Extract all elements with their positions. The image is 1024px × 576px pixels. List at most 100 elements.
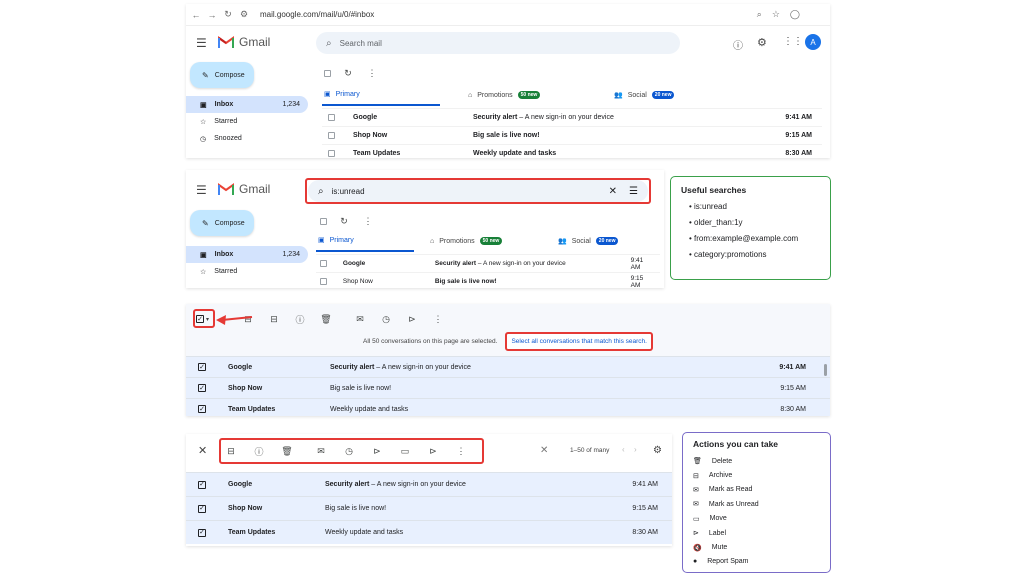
sidebar: ▣ Inbox 1,234 ☆ Starred bbox=[186, 246, 308, 280]
browser-toolbar: ← → ↻ ⚙ mail.google.com/mail/u/0/#inbox … bbox=[186, 4, 830, 26]
apps-grid-icon[interactable]: ⋮⋮ bbox=[783, 36, 803, 47]
settings-icon[interactable]: ⚙ bbox=[757, 36, 767, 49]
zoom-icon[interactable]: ⌕ bbox=[757, 9, 762, 20]
email-list: Google Security alert – A new sign-in on … bbox=[316, 254, 660, 288]
tab-social[interactable]: 👥 Social 20 new bbox=[586, 84, 675, 106]
tab-social[interactable]: 👥 Social 20 new bbox=[542, 230, 619, 252]
more-vert-icon[interactable]: ⋮ bbox=[365, 66, 379, 80]
inbox-icon: ▣ bbox=[324, 91, 331, 98]
reload-icon[interactable]: ↻ bbox=[222, 9, 234, 20]
trash-icon[interactable]: 🗑 bbox=[319, 312, 333, 326]
select-checkbox[interactable] bbox=[324, 69, 331, 77]
sidebar-item-snoozed[interactable]: ◷ Snoozed bbox=[186, 130, 308, 147]
inbox-icon: ▣ bbox=[200, 101, 207, 109]
tab-promotions[interactable]: ⌂ Promotions 50 new bbox=[414, 230, 542, 252]
email-list: ✓ Google Security alert – A new sign-in on… bbox=[186, 472, 672, 544]
archive-icon: ⊟ bbox=[693, 472, 699, 480]
row-checkbox[interactable] bbox=[328, 114, 335, 121]
close-selection-icon[interactable]: ✕ bbox=[198, 444, 207, 457]
tag-icon: ⌂ bbox=[468, 91, 473, 99]
action-item: ✉ Mark as Unread bbox=[693, 500, 759, 509]
email-row[interactable]: Google Security alert – A new sign-in on … bbox=[322, 108, 822, 126]
sidebar-item-inbox[interactable]: ▣ Inbox 1,234 bbox=[186, 96, 308, 113]
inbox-icon: ▣ bbox=[318, 237, 325, 244]
bulk-actions-highlight bbox=[219, 438, 484, 464]
spam-icon[interactable]: ⓘ bbox=[293, 312, 307, 326]
snooze-icon[interactable]: ◷ bbox=[379, 312, 393, 326]
sidebar: ▣ Inbox 1,234 ☆ Starred ◷ Snoozed bbox=[186, 96, 308, 147]
email-row[interactable]: Google Security alert – A new sign-in on … bbox=[316, 254, 660, 272]
gmail-logo[interactable]: Gmail bbox=[218, 35, 270, 49]
inbox-screenshot: ← → ↻ ⚙ mail.google.com/mail/u/0/#inbox … bbox=[186, 4, 830, 158]
action-item: ✉ Mark as Read bbox=[693, 486, 753, 494]
list-toolbar: ↻ ⋮ bbox=[324, 66, 379, 80]
next-page-icon[interactable]: › bbox=[634, 445, 637, 454]
email-row[interactable]: ✓ Google Security alert – A new sign-in on… bbox=[186, 472, 672, 496]
list-toolbar: ↻ ⋮ bbox=[320, 214, 375, 228]
search-tip: • is:unread bbox=[689, 202, 727, 211]
email-list: Google Security alert – A new sign-in on … bbox=[322, 108, 822, 158]
search-tip: • from:example@example.com bbox=[689, 234, 799, 243]
search-icon[interactable]: ⌕ bbox=[326, 38, 332, 49]
selection-notice-bar: All 50 conversations on this page are se… bbox=[186, 330, 830, 352]
clock-icon: ◷ bbox=[200, 135, 207, 143]
search-bar[interactable]: ⌕ Search mail bbox=[316, 32, 680, 54]
scrollbar[interactable] bbox=[824, 364, 827, 376]
main-menu-icon[interactable]: ☰ bbox=[196, 36, 207, 50]
star-icon: ☆ bbox=[200, 118, 207, 126]
compose-button[interactable]: ✎ Compose bbox=[190, 62, 254, 88]
settings-icon[interactable]: ⚙ bbox=[653, 445, 662, 456]
sidebar-item-starred[interactable]: ☆ Starred bbox=[186, 263, 308, 280]
back-icon[interactable]: ← bbox=[190, 10, 202, 20]
more-vert-icon[interactable]: ⋮ bbox=[431, 312, 445, 326]
email-row[interactable]: Shop Now Big sale is live now! 9:15 AM bbox=[316, 272, 660, 288]
tab-primary[interactable]: ▣ Primary bbox=[316, 230, 414, 252]
label-icon[interactable]: ⊳ bbox=[405, 312, 419, 326]
help-icon[interactable]: ⓘ bbox=[733, 37, 743, 52]
sidebar-item-starred[interactable]: ☆ Starred bbox=[186, 113, 308, 130]
gmail-logo[interactable]: Gmail bbox=[218, 182, 270, 196]
bookmark-star-icon[interactable]: ☆ bbox=[772, 9, 780, 20]
more-vert-icon[interactable]: ⋮ bbox=[361, 214, 375, 228]
trash-icon: 🗑 bbox=[693, 458, 702, 466]
email-row[interactable]: Team Updates Weekly update and tasks 8:30 … bbox=[322, 144, 822, 158]
avatar[interactable]: A bbox=[805, 34, 821, 50]
select-checkbox[interactable] bbox=[320, 217, 327, 225]
email-row[interactable]: Shop Now Big sale is live now! 9:15 AM bbox=[322, 126, 822, 144]
gmail-wordmark: Gmail bbox=[239, 182, 271, 196]
compose-button[interactable]: ✎ Compose bbox=[190, 210, 254, 236]
row-checkbox[interactable] bbox=[328, 150, 335, 157]
row-checkbox[interactable] bbox=[328, 132, 335, 139]
profile-circle-icon[interactable]: ◯ bbox=[790, 9, 800, 20]
mail-icon[interactable]: ✉ bbox=[353, 312, 367, 326]
site-info-icon[interactable]: ⚙ bbox=[238, 9, 250, 20]
email-row[interactable]: ✓ Shop Now Big sale is live now! 9:15 AM bbox=[186, 377, 830, 398]
email-row[interactable]: ✓ Team Updates Weekly update and tasks 8:30… bbox=[186, 520, 672, 544]
email-list: ✓ Google Security alert – A new sign-in on… bbox=[186, 356, 830, 416]
email-row[interactable]: ✓ Google Security alert – A new sign-in on… bbox=[186, 356, 830, 377]
prev-page-icon[interactable]: ‹ bbox=[622, 445, 625, 454]
actions-title: Actions you can take bbox=[693, 439, 779, 449]
tab-primary[interactable]: ▣ Primary bbox=[322, 84, 440, 106]
refresh-icon[interactable]: ↻ bbox=[341, 66, 355, 80]
star-icon: ☆ bbox=[200, 268, 207, 276]
tab-promotions[interactable]: ⌂ Promotions 50 new bbox=[440, 84, 586, 106]
category-tabs: ▣ Primary ⌂ Promotions 50 new 👥 Social 20 new bbox=[322, 84, 822, 106]
action-item: ⊳ Label bbox=[693, 529, 727, 538]
url-text[interactable]: mail.google.com/mail/u/0/#inbox bbox=[260, 10, 374, 19]
actions-card: Actions you can take 🗑 Delete ⊟ Archive ✉ M… bbox=[682, 432, 831, 573]
gmail-wordmark: Gmail bbox=[239, 35, 271, 49]
email-row[interactable]: ✓ Shop Now Big sale is live now! 9:15 AM bbox=[186, 496, 672, 520]
pencil-icon: ✎ bbox=[202, 218, 209, 228]
archive-icon[interactable]: ⊟ bbox=[267, 312, 281, 326]
forward-icon[interactable]: → bbox=[206, 10, 218, 20]
refresh-icon[interactable]: ↻ bbox=[337, 214, 351, 228]
email-row[interactable]: ✓ Team Updates Weekly update and tasks 8:30… bbox=[186, 398, 830, 416]
bulk-actions-screenshot: ✕ ⊟ ⓘ 🗑 ✉ ◷ ⊳ ▭ ⊳ ⋮ ✕ 1–50 of many ‹ › ⚙… bbox=[186, 434, 672, 546]
gmail-m-icon bbox=[218, 36, 234, 48]
select-all-screenshot: ✓ ▾ ⊟ ⊟ ⓘ 🗑 ✉ ◷ ⊳ ⋮ All 50 conversations… bbox=[186, 304, 830, 416]
sidebar-item-inbox[interactable]: ▣ Inbox 1,234 bbox=[186, 246, 308, 263]
main-menu-icon[interactable]: ☰ bbox=[196, 183, 207, 197]
clear-icon[interactable]: ✕ bbox=[540, 445, 548, 456]
select-all-matching-link[interactable]: Select all conversations that match this… bbox=[505, 331, 653, 351]
